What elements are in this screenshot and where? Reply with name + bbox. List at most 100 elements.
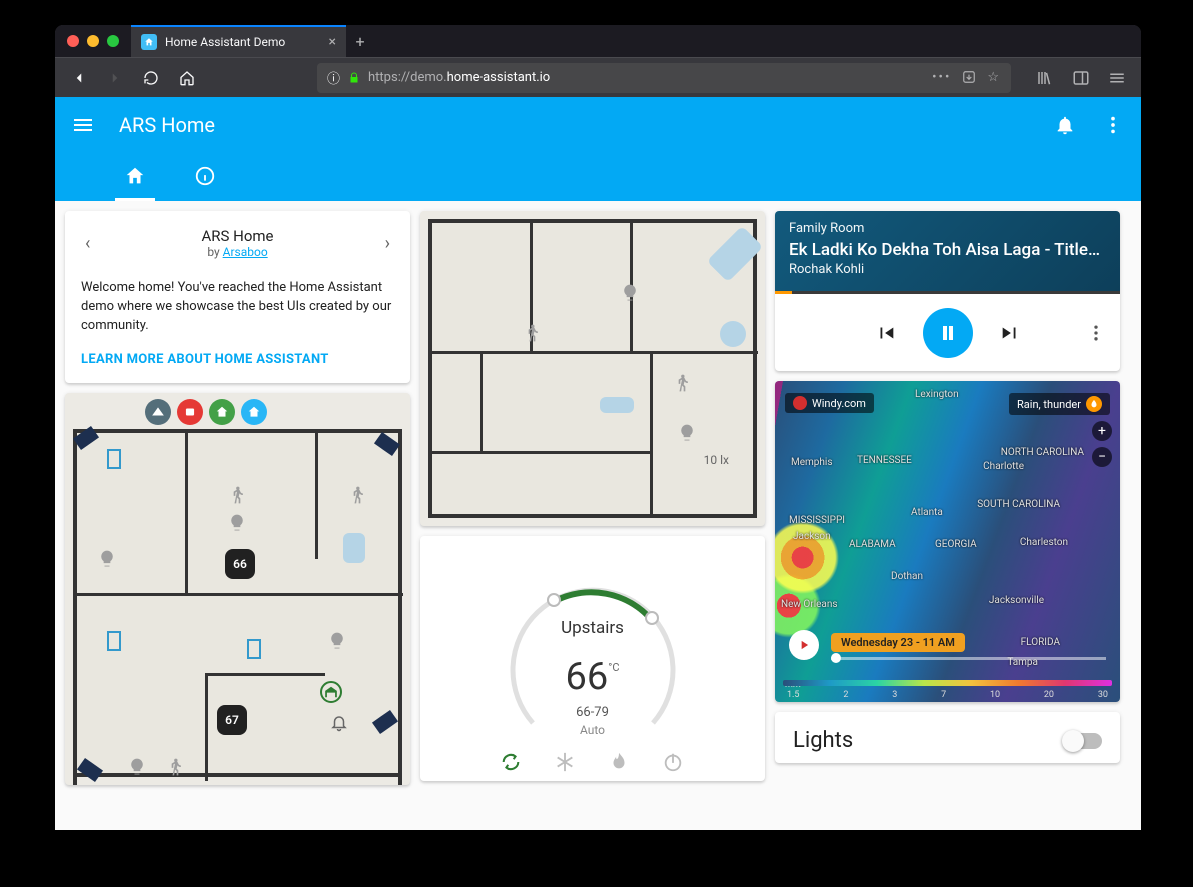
map-zoom-out-button[interactable]: −: [1092, 447, 1112, 467]
menu-button[interactable]: [1101, 62, 1133, 94]
thermostat-name: Upstairs: [493, 618, 693, 638]
welcome-card: ‹ ARS Home by Arsaboo › Welcome home! Yo…: [65, 211, 410, 383]
garage-icon[interactable]: [320, 681, 342, 703]
door-icon[interactable]: [107, 449, 121, 469]
weather-timeline[interactable]: [831, 657, 1106, 660]
light-icon[interactable]: [618, 281, 642, 305]
map-zoom-in-button[interactable]: +: [1092, 421, 1112, 441]
window-controls: [55, 35, 131, 47]
dashboard: ‹ ARS Home by Arsaboo › Welcome home! Yo…: [55, 201, 1141, 830]
scene-icon-1[interactable]: [145, 399, 171, 425]
welcome-author-link[interactable]: Arsaboo: [223, 245, 268, 259]
browser-window: Home Assistant Demo × + ⓘ https://demo.h…: [55, 25, 1141, 830]
media-next-button[interactable]: [999, 322, 1021, 344]
close-window-button[interactable]: [67, 35, 79, 47]
media-artist: Rochak Kohli: [789, 262, 1106, 277]
notifications-button[interactable]: [1053, 113, 1077, 137]
new-tab-button[interactable]: +: [346, 27, 374, 55]
tab-home[interactable]: [115, 153, 155, 201]
door-icon[interactable]: [247, 639, 261, 659]
media-prev-button[interactable]: [875, 322, 897, 344]
map-city-label: New Orleans: [781, 599, 838, 610]
home-button[interactable]: [171, 62, 203, 94]
door-icon[interactable]: [107, 631, 121, 651]
learn-more-link[interactable]: LEARN MORE ABOUT HOME ASSISTANT: [81, 352, 394, 367]
lights-toggle[interactable]: [1064, 733, 1102, 749]
tab-close-button[interactable]: ×: [329, 34, 336, 50]
doorbell-icon[interactable]: [327, 711, 351, 735]
scene-icon-4[interactable]: [241, 399, 267, 425]
maximize-window-button[interactable]: [107, 35, 119, 47]
map-state-label: TENNESSEE: [857, 455, 912, 466]
scene-icon-3[interactable]: [209, 399, 235, 425]
light-icon[interactable]: [675, 421, 699, 445]
media-pause-button[interactable]: [923, 308, 973, 358]
light-icon[interactable]: [225, 511, 249, 535]
page-actions-icon[interactable]: •••: [932, 70, 951, 85]
welcome-body: Welcome home! You've reached the Home As…: [81, 279, 394, 336]
map-state-label: ALABAMA: [849, 539, 896, 550]
motion-icon[interactable]: [345, 483, 369, 507]
thermostat-mode: Auto: [493, 723, 693, 737]
app-viewport: ARS Home: [55, 97, 1141, 830]
reload-button[interactable]: [135, 62, 167, 94]
url-bar[interactable]: ⓘ https://demo.home-assistant.io ••• ☆: [317, 63, 1011, 93]
thermostat-card: Upstairs 66°C 66-79 Auto: [420, 536, 765, 781]
weather-layer[interactable]: Rain, thunder: [1009, 393, 1110, 415]
map-city-label: Memphis: [791, 457, 833, 468]
map-city-label: Jacksonville: [989, 595, 1044, 606]
app-title: ARS Home: [119, 113, 215, 137]
floorplan-main-card[interactable]: 66 67: [65, 393, 410, 785]
map-city-label: Charlotte: [983, 461, 1024, 472]
reader-mode-icon[interactable]: [961, 70, 977, 85]
light-icon[interactable]: [325, 629, 349, 653]
weather-map-card[interactable]: Windy.com Rain, thunder + − Lexington Me…: [775, 381, 1120, 702]
thermostat-ring[interactable]: Upstairs 66°C 66-79 Auto: [493, 563, 693, 763]
map-city-label: Dothan: [891, 571, 923, 582]
lock-icon: [348, 72, 360, 84]
site-info-icon[interactable]: ⓘ: [327, 68, 340, 87]
windy-logo-icon: [793, 396, 807, 410]
welcome-prev-button[interactable]: ‹: [81, 229, 94, 258]
light-icon[interactable]: [95, 547, 119, 571]
floorplan-upper-card[interactable]: 10 lx: [420, 211, 765, 526]
minimize-window-button[interactable]: [87, 35, 99, 47]
light-icon[interactable]: [125, 755, 149, 779]
hvac-heat-button[interactable]: [608, 751, 632, 775]
thermostat-badge[interactable]: 66: [225, 549, 255, 579]
weather-brand[interactable]: Windy.com: [785, 393, 874, 413]
bookmark-icon[interactable]: ☆: [987, 70, 1001, 85]
media-more-button[interactable]: [1086, 323, 1106, 343]
motion-icon[interactable]: [163, 755, 187, 779]
hamburger-menu-button[interactable]: [71, 113, 95, 137]
overflow-menu-button[interactable]: [1101, 113, 1125, 137]
motion-icon[interactable]: [670, 371, 694, 395]
weather-play-button[interactable]: [789, 630, 819, 660]
welcome-subtitle: by Arsaboo: [201, 245, 273, 259]
thermostat-badge[interactable]: 67: [217, 705, 247, 735]
motion-icon[interactable]: [520, 321, 544, 345]
back-button[interactable]: [63, 62, 95, 94]
thermostat-range: 66-79: [493, 705, 693, 720]
motion-icon[interactable]: [225, 483, 249, 507]
browser-tab[interactable]: Home Assistant Demo ×: [131, 25, 346, 57]
map-state-label: FLORIDA: [1021, 637, 1060, 648]
media-room: Family Room: [789, 221, 1106, 236]
tab-info[interactable]: [185, 153, 225, 201]
welcome-next-button[interactable]: ›: [381, 229, 394, 258]
lux-value: 10 lx: [704, 453, 729, 467]
hvac-off-button[interactable]: [662, 751, 686, 775]
hvac-cool-button[interactable]: [554, 751, 578, 775]
hvac-auto-button[interactable]: [500, 751, 524, 775]
lights-card: Lights: [775, 712, 1120, 763]
weather-timestamp: Wednesday 23 - 11 AM: [831, 633, 965, 652]
map-city-label: Atlanta: [911, 507, 943, 518]
thermostat-low-handle[interactable]: [547, 593, 561, 607]
forward-button[interactable]: [99, 62, 131, 94]
media-player-card: Family Room Ek Ladki Ko Dekha Toh Aisa L…: [775, 211, 1120, 371]
library-button[interactable]: [1029, 62, 1061, 94]
media-title: Ek Ladki Ko Dekha Toh Aisa Laga - Title…: [789, 240, 1106, 260]
scene-icon-2[interactable]: [177, 399, 203, 425]
map-state-label: GEORGIA: [935, 539, 977, 550]
sidebar-button[interactable]: [1065, 62, 1097, 94]
